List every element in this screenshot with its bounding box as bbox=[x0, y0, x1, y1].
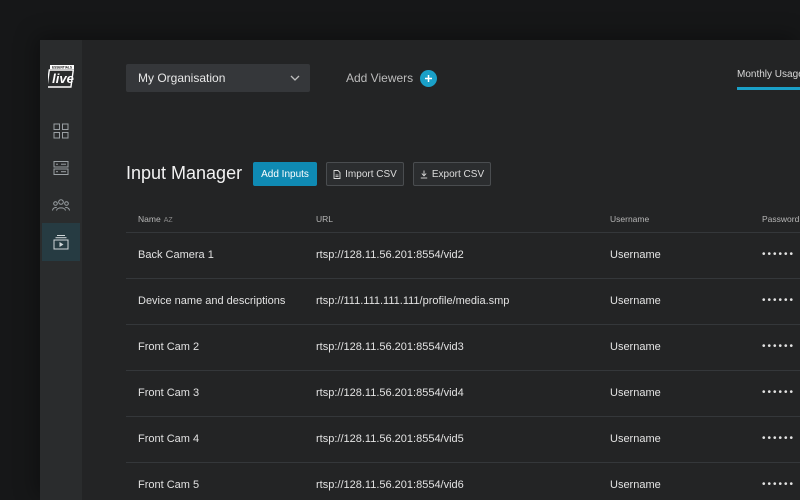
logo-sub-text: ESSENTIALS bbox=[52, 65, 72, 69]
grid-icon bbox=[53, 123, 69, 139]
cell-name: Front Cam 5 bbox=[138, 479, 200, 491]
cell-password: •••••• bbox=[762, 249, 796, 260]
export-csv-button[interactable]: Export CSV bbox=[413, 162, 491, 186]
cell-username: Username bbox=[610, 433, 661, 445]
cell-name: Front Cam 3 bbox=[138, 387, 200, 399]
main-content: My Organisation Add Viewers Monthly Usag… bbox=[82, 40, 800, 500]
organisation-select[interactable]: My Organisation bbox=[126, 64, 310, 92]
video-library-icon bbox=[53, 235, 69, 250]
tab-monthly-usage[interactable]: Monthly Usage bbox=[737, 69, 800, 90]
cell-password: •••••• bbox=[762, 479, 796, 490]
sidebar-item-dashboard[interactable] bbox=[42, 112, 80, 150]
add-viewers-label: Add Viewers bbox=[346, 71, 414, 85]
table-row[interactable]: Back Camera 1 rtsp://128.11.56.201:8554/… bbox=[126, 233, 800, 279]
import-csv-button[interactable]: Import CSV bbox=[326, 162, 404, 186]
add-inputs-button[interactable]: Add Inputs bbox=[253, 162, 317, 186]
sidebar: ESSENTIALS live bbox=[40, 40, 82, 500]
export-csv-label: Export CSV bbox=[431, 168, 485, 180]
cell-url: rtsp://128.11.56.201:8554/vid3 bbox=[316, 341, 464, 353]
cell-password: •••••• bbox=[762, 341, 796, 352]
column-name-label: Name bbox=[138, 214, 161, 224]
table-row[interactable]: Front Cam 5 rtsp://128.11.56.201:8554/vi… bbox=[126, 463, 800, 500]
cell-password: •••••• bbox=[762, 433, 796, 444]
import-csv-label: Import CSV bbox=[345, 168, 397, 180]
server-icon bbox=[53, 161, 69, 175]
cell-name: Front Cam 2 bbox=[138, 341, 200, 353]
logo-text: live bbox=[52, 71, 74, 86]
app-logo[interactable]: ESSENTIALS live bbox=[46, 65, 76, 89]
cell-username: Username bbox=[610, 479, 661, 491]
sidebar-item-inputs[interactable] bbox=[42, 223, 80, 261]
cell-name: Device name and descriptions bbox=[138, 295, 286, 307]
page-title: Input Manager bbox=[126, 163, 243, 183]
table-header: Name AZ URL Username Password bbox=[126, 203, 800, 233]
cell-password: •••••• bbox=[762, 295, 796, 306]
table-row[interactable]: Front Cam 3 rtsp://128.11.56.201:8554/vi… bbox=[126, 371, 800, 417]
chevron-down-icon bbox=[290, 75, 300, 81]
download-icon bbox=[420, 170, 428, 178]
cell-url: rtsp://128.11.56.201:8554/vid6 bbox=[316, 479, 464, 491]
column-header-username: Username bbox=[610, 214, 650, 224]
sort-az-icon[interactable]: AZ bbox=[164, 217, 173, 224]
file-icon bbox=[333, 169, 341, 179]
column-header-password: Password bbox=[762, 214, 800, 224]
cell-username: Username bbox=[610, 341, 661, 353]
cell-url: rtsp://128.11.56.201:8554/vid2 bbox=[316, 249, 464, 261]
cell-name: Back Camera 1 bbox=[138, 249, 214, 261]
cell-url: rtsp://128.11.56.201:8554/vid4 bbox=[316, 387, 464, 399]
cell-username: Username bbox=[610, 387, 661, 399]
cell-name: Front Cam 4 bbox=[138, 433, 200, 445]
table-row[interactable]: Front Cam 4 rtsp://128.11.56.201:8554/vi… bbox=[126, 417, 800, 463]
users-icon bbox=[52, 199, 70, 211]
add-inputs-label: Add Inputs bbox=[261, 168, 309, 180]
sidebar-item-users[interactable] bbox=[42, 186, 80, 224]
column-header-name[interactable]: Name AZ bbox=[138, 214, 173, 224]
inputs-table: Name AZ URL Username Password Back Camera… bbox=[126, 203, 800, 500]
app-window: ESSENTIALS live My Organisation Add View… bbox=[40, 40, 800, 500]
add-viewers-button[interactable]: Add Viewers bbox=[346, 69, 438, 87]
table-row[interactable]: Device name and descriptions rtsp://111.… bbox=[126, 279, 800, 325]
organisation-select-value: My Organisation bbox=[138, 71, 226, 85]
column-header-url: URL bbox=[316, 214, 334, 224]
cell-username: Username bbox=[610, 249, 661, 261]
cell-password: •••••• bbox=[762, 387, 796, 398]
sidebar-item-encoders[interactable] bbox=[42, 149, 80, 187]
plus-icon bbox=[420, 69, 438, 87]
cell-url: rtsp://111.111.111.111/profile/media.smp bbox=[316, 295, 510, 307]
table-row[interactable]: Front Cam 2 rtsp://128.11.56.201:8554/vi… bbox=[126, 325, 800, 371]
cell-username: Username bbox=[610, 295, 661, 307]
cell-url: rtsp://128.11.56.201:8554/vid5 bbox=[316, 433, 464, 445]
